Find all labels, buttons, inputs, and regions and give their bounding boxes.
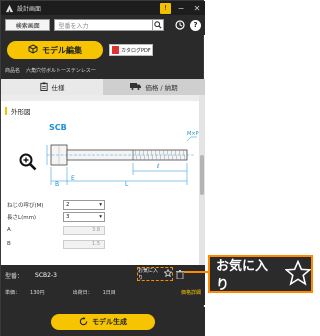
pdf-icon (112, 46, 119, 54)
model-edit-label: モデル編集 (42, 45, 82, 55)
favorite-button[interactable]: お気に入り (137, 267, 173, 281)
tab-price-label: 価格 / 納期 (145, 84, 178, 92)
outline-drawing: SCB M×P ℓ E L B (45, 123, 199, 197)
ship-label: 出荷日： (72, 289, 93, 296)
refresh-icon (79, 316, 88, 328)
field-row: B 1.5 (7, 237, 197, 251)
tab-price-delivery[interactable]: 価格 / 納期 (103, 79, 205, 95)
length-select[interactable]: 3 ▾ (63, 212, 105, 222)
favorite-label: お気に入り (138, 268, 159, 281)
dim-l-small: ℓ (157, 163, 160, 170)
title-bar: 設計画面 ! − ✕ (1, 1, 205, 15)
callout-label: お気に入り (216, 259, 269, 293)
section-header: 外形図 (5, 106, 31, 116)
generate-label: モデル生成 (92, 318, 127, 326)
scrollbar[interactable] (199, 95, 205, 265)
app-window: 設計画面 ! − ✕ 検索画面 型番を入力 ? モデル編集 カタログPDF 商品… (0, 0, 205, 336)
clipboard-icon (39, 81, 48, 93)
field-label: A (7, 227, 11, 233)
product-row: 商品名 六角穴付ボルトーステンレス一 (5, 64, 201, 76)
tab-spec[interactable]: 仕様 (1, 79, 103, 95)
star-icon (284, 259, 312, 288)
edit-toolbar: モデル編集 カタログPDF (1, 37, 205, 63)
ship-value: 1日目 (102, 289, 116, 296)
thread-size-select[interactable]: 2 ▾ (63, 200, 105, 210)
field-label: ねじの呼び(M) (7, 203, 44, 209)
search-icon[interactable] (152, 19, 165, 31)
callout-connector (184, 271, 208, 273)
truck-icon (130, 82, 142, 92)
field-label: 長さL(mm) (7, 215, 37, 221)
scrollbar-thumb[interactable] (200, 155, 204, 195)
part-number-input[interactable]: 型番を入力 (54, 19, 154, 31)
generate-model-button[interactable]: モデル生成 (51, 314, 155, 330)
spec-fields: ねじの呼び(M) 2 ▾ 長さL(mm) 3 ▾ A 3.8 B 1.5 (7, 199, 197, 251)
section-title: 外形図 (11, 108, 31, 116)
dim-a-field: 3.8 (63, 225, 105, 235)
generate-row: モデル生成 (1, 307, 205, 336)
spec-panel: 外形図 SCB M×P ℓ E L B ねじの呼び(M) 2 ▾ 長さL(mm)… (1, 95, 199, 265)
chevron-down-icon: ▾ (99, 202, 102, 208)
product-name: 六角穴付ボルトーステンレス一 (26, 67, 96, 74)
bolt-drawing (46, 136, 197, 185)
dim-b-field: 1.5 (63, 239, 105, 249)
chevron-down-icon: ▾ (99, 214, 102, 220)
tab-spec-label: 仕様 (51, 84, 65, 92)
catalog-label: カタログPDF (121, 47, 151, 54)
favorite-callout: お気に入り (208, 255, 313, 293)
field-label: B (7, 241, 11, 247)
tab-bar: 仕様 価格 / 納期 (1, 79, 205, 95)
product-label: 商品名 (5, 67, 21, 74)
section-marker (5, 107, 7, 115)
app-logo-icon (4, 3, 14, 13)
model-edit-button[interactable]: モデル編集 (7, 41, 103, 59)
field-row: 長さL(mm) 3 ▾ (7, 211, 197, 223)
search-bar: 検索画面 型番を入力 ? (1, 15, 205, 35)
thread-size-value: 2 (66, 202, 70, 208)
star-icon (163, 268, 173, 279)
part-value: SCB2-3 (35, 271, 57, 279)
cube-icon (28, 44, 38, 56)
price-value: 130円 (30, 289, 45, 296)
price-label: 単価： (5, 289, 21, 296)
price-detail-link[interactable]: 価格詳細 (181, 289, 201, 296)
field-row: A 3.8 (7, 223, 197, 237)
close-button[interactable]: ✕ (189, 1, 205, 15)
history-icon[interactable] (174, 19, 186, 31)
catalog-pdf-button[interactable]: カタログPDF (109, 44, 153, 56)
field-row: ねじの呼び(M) 2 ▾ (7, 199, 197, 211)
dim-b: B (55, 181, 60, 188)
part-label: 型番： (5, 272, 24, 280)
panel-top-strip (1, 95, 199, 101)
dim-l: L (125, 181, 129, 188)
length-value: 3 (66, 214, 70, 220)
pin-button[interactable]: ! (160, 2, 171, 14)
minimize-button[interactable]: − (173, 1, 189, 15)
zoom-icon[interactable] (17, 151, 39, 173)
search-screen-button[interactable]: 検索画面 (5, 19, 51, 31)
price-row: 単価： 130円 出荷日： 1日目 価格詳細 (5, 287, 201, 297)
dim-mxp: M×P (187, 131, 199, 137)
dim-e: E (71, 175, 75, 182)
help-icon[interactable]: ? (190, 19, 201, 31)
info-panel: 型番： SCB2-3 お気に入り 単価： 130円 出荷日： 1日目 価格詳細 (1, 265, 205, 305)
window-title: 設計画面 (17, 5, 42, 13)
